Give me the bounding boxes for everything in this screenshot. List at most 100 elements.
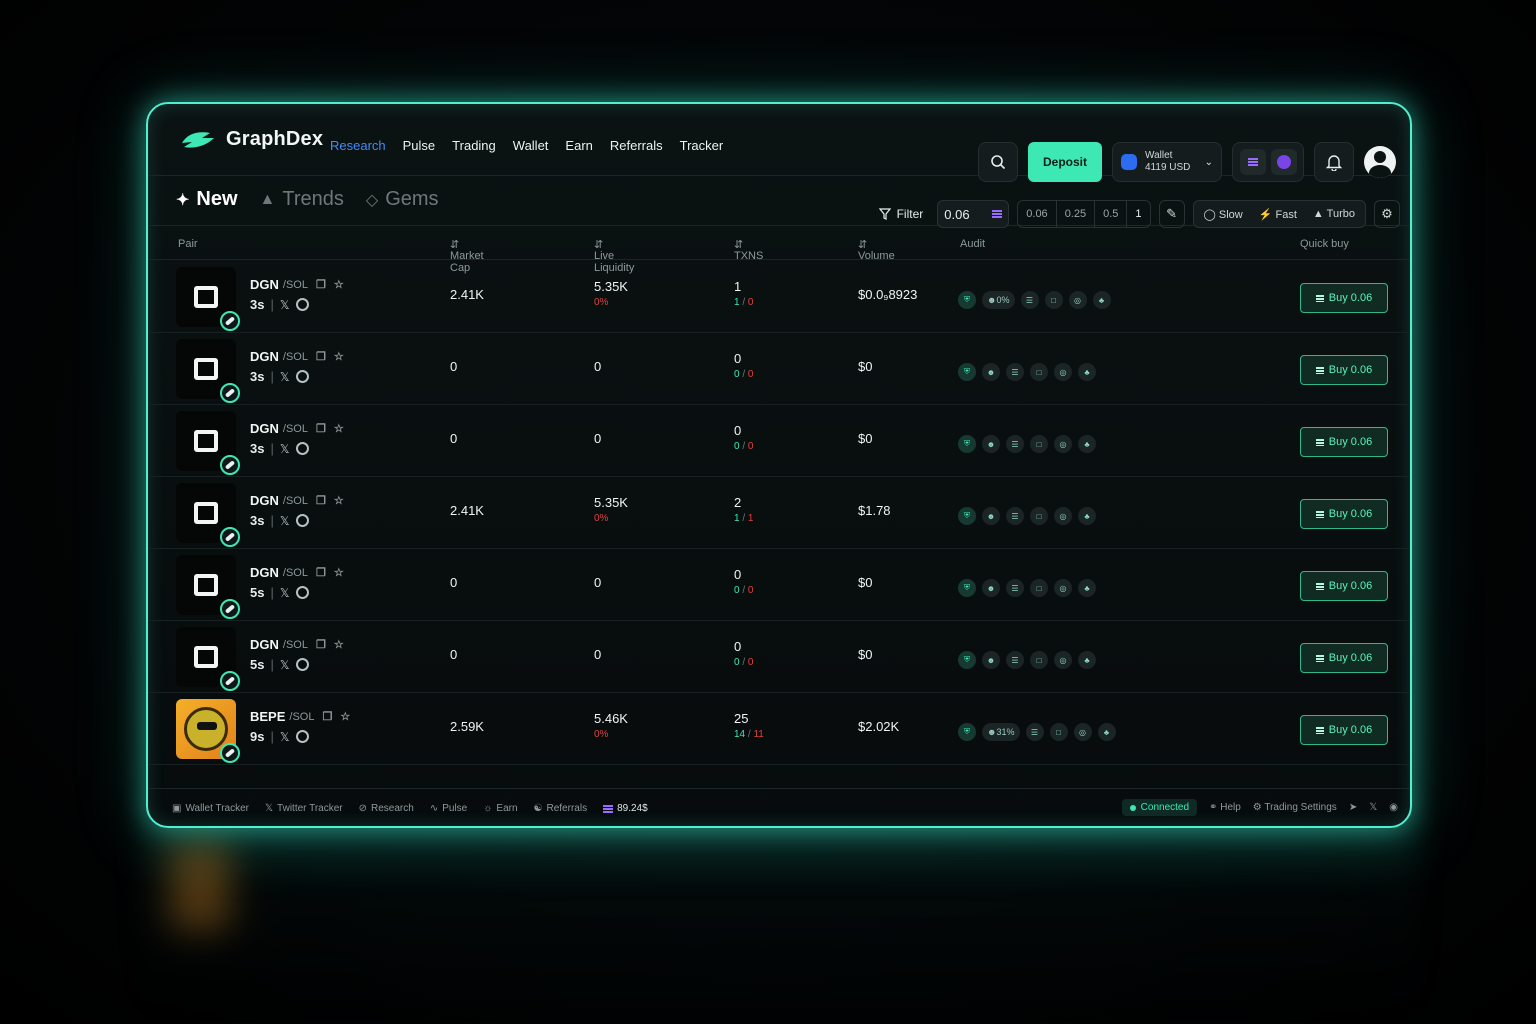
quick-buy-button[interactable]: Buy 0.06 — [1300, 355, 1388, 385]
target-icon[interactable]: ◎ — [1054, 579, 1072, 597]
copy-icon[interactable]: ❐ — [316, 350, 326, 363]
nav-referrals[interactable]: Referrals — [610, 138, 663, 153]
token-ticker[interactable]: DGN — [250, 277, 279, 292]
footer-link-referrals[interactable]: ☯ Referrals — [534, 803, 588, 814]
user-icon[interactable]: ☻ — [982, 507, 1000, 525]
nav-tracker[interactable]: Tracker — [680, 138, 724, 153]
star-icon[interactable]: ☆ — [334, 566, 344, 579]
lock-icon[interactable]: □ — [1030, 363, 1048, 381]
group-icon[interactable]: ♣ — [1078, 435, 1096, 453]
group-icon[interactable]: ♣ — [1078, 579, 1096, 597]
nav-pulse[interactable]: Pulse — [403, 138, 436, 153]
copy-icon[interactable]: ❐ — [322, 710, 332, 723]
edit-presets-button[interactable]: ✎ — [1158, 200, 1185, 228]
target-icon[interactable]: ◎ — [1054, 651, 1072, 669]
lock-icon[interactable]: □ — [1030, 651, 1048, 669]
nav-research[interactable]: Research — [330, 138, 386, 153]
group-icon[interactable]: ♣ — [1092, 291, 1111, 309]
quick-buy-button[interactable]: Buy 0.06 — [1300, 427, 1388, 457]
col-txns[interactable]: TXNS ⇵ — [734, 238, 763, 262]
quick-buy-button[interactable]: Buy 0.06 — [1300, 283, 1388, 313]
shield-icon[interactable]: ⛨ — [958, 507, 976, 525]
table-row[interactable]: DGN /SOL ❐ ☆ 3s | 𝕏 0 0 0 0 / 0 $0 ⛨ ☻ ☰… — [148, 405, 1410, 477]
purple-chain-icon[interactable] — [1270, 149, 1297, 175]
shield-icon[interactable]: ⛨ — [958, 723, 976, 741]
token-ticker[interactable]: DGN — [250, 565, 279, 580]
nav-earn[interactable]: Earn — [565, 138, 592, 153]
token-ticker[interactable]: BEPE — [250, 709, 285, 724]
col-market-cap[interactable]: Market Cap ⇵ — [450, 238, 484, 274]
quick-buy-button[interactable]: Buy 0.06 — [1300, 571, 1388, 601]
token-ticker[interactable]: DGN — [250, 637, 279, 652]
lock-icon[interactable]: □ — [1030, 435, 1048, 453]
star-icon[interactable]: ☆ — [334, 350, 344, 363]
help-link[interactable]: ⚭ Help — [1209, 802, 1241, 813]
shield-icon[interactable]: ⛨ — [958, 651, 976, 669]
nav-trading[interactable]: Trading — [452, 138, 496, 153]
star-icon[interactable]: ☆ — [334, 278, 344, 291]
group-icon[interactable]: ♣ — [1078, 507, 1096, 525]
quick-buy-button[interactable]: Buy 0.06 — [1300, 715, 1388, 745]
lock-icon[interactable]: □ — [1044, 291, 1063, 309]
shield-icon[interactable]: ⛨ — [958, 435, 976, 453]
target-icon[interactable]: ◎ — [1054, 363, 1072, 381]
lock-icon[interactable]: □ — [1049, 723, 1068, 741]
coins-icon[interactable]: ☰ — [1006, 435, 1024, 453]
group-icon[interactable]: ♣ — [1097, 723, 1116, 741]
footer-link-wallet-tracker[interactable]: ▣ Wallet Tracker — [172, 803, 249, 814]
tab-new[interactable]: ✦ New — [176, 188, 238, 211]
copy-icon[interactable]: ❐ — [316, 422, 326, 435]
target-icon[interactable]: ◎ — [1068, 291, 1087, 309]
speed-turbo[interactable]: ▲ Turbo — [1313, 208, 1355, 220]
preset-0.06[interactable]: 0.06 — [1018, 201, 1057, 227]
coins-icon[interactable]: ☰ — [1006, 651, 1024, 669]
star-icon[interactable]: ☆ — [334, 494, 344, 507]
target-icon[interactable]: ◎ — [1073, 723, 1092, 741]
copy-icon[interactable]: ❐ — [316, 638, 326, 651]
search-icon[interactable] — [295, 298, 309, 311]
lock-icon[interactable]: □ — [1030, 507, 1048, 525]
quick-buy-button[interactable]: Buy 0.06 — [1300, 643, 1388, 673]
x-icon[interactable]: 𝕏 — [280, 514, 290, 528]
shield-icon[interactable]: ⛨ — [958, 363, 976, 381]
col-liquidity[interactable]: Live Liquidity ⇵ — [594, 238, 634, 274]
solana-chain-icon[interactable] — [1239, 149, 1266, 175]
holders-badge[interactable]: ☻ 0% — [982, 291, 1015, 309]
token-ticker[interactable]: DGN — [250, 493, 279, 508]
col-volume[interactable]: Volume ⇵ — [858, 238, 895, 262]
preset-0.25[interactable]: 0.25 — [1057, 201, 1096, 227]
buy-amount-input[interactable]: 0.06 — [937, 200, 1010, 228]
coins-icon[interactable]: ☰ — [1006, 507, 1024, 525]
search-icon[interactable] — [295, 586, 309, 599]
search-icon[interactable] — [295, 442, 309, 455]
search-icon[interactable] — [295, 658, 309, 671]
table-row[interactable]: DGN /SOL ❐ ☆ 3s | 𝕏 2.41K 5.35K 0% 2 1 /… — [148, 477, 1410, 549]
token-ticker[interactable]: DGN — [250, 349, 279, 364]
search-icon[interactable] — [295, 514, 309, 527]
footer-link-earn[interactable]: ☼ Earn — [483, 803, 517, 814]
table-row[interactable]: BEPE /SOL ❐ ☆ 9s | 𝕏 2.59K 5.46K 0% 25 1… — [148, 693, 1410, 765]
settings-button[interactable]: ⚙ — [1374, 200, 1400, 228]
footer-link-pulse[interactable]: ∿ Pulse — [430, 803, 467, 814]
trading-settings-link[interactable]: ⚙ Trading Settings — [1253, 802, 1337, 813]
nav-wallet[interactable]: Wallet — [513, 138, 549, 153]
speed-slow[interactable]: ◯ Slow — [1204, 208, 1243, 221]
user-icon[interactable]: ☻ — [982, 651, 1000, 669]
star-icon[interactable]: ☆ — [340, 710, 350, 723]
user-icon[interactable]: ☻ — [982, 435, 1000, 453]
x-icon[interactable]: 𝕏 — [280, 370, 290, 384]
speed-fast[interactable]: ⚡ Fast — [1259, 208, 1297, 221]
x-icon[interactable]: 𝕏 — [280, 298, 290, 312]
filter-button[interactable]: Filter — [873, 207, 930, 221]
coins-icon[interactable]: ☰ — [1020, 291, 1039, 309]
coins-icon[interactable]: ☰ — [1006, 363, 1024, 381]
shield-icon[interactable]: ⛨ — [958, 579, 976, 597]
copy-icon[interactable]: ❐ — [316, 494, 326, 507]
table-row[interactable]: DGN /SOL ❐ ☆ 3s | 𝕏 2.41K 5.35K 0% 1 1 /… — [148, 261, 1410, 333]
x-icon[interactable]: 𝕏 — [1369, 802, 1377, 813]
table-row[interactable]: DGN /SOL ❐ ☆ 5s | 𝕏 0 0 0 0 / 0 $0 ⛨ ☻ ☰… — [148, 621, 1410, 693]
coins-icon[interactable]: ☰ — [1006, 579, 1024, 597]
footer-link-research[interactable]: ⊘ Research — [359, 803, 414, 814]
table-row[interactable]: DGN /SOL ❐ ☆ 5s | 𝕏 0 0 0 0 / 0 $0 ⛨ ☻ ☰… — [148, 549, 1410, 621]
target-icon[interactable]: ◎ — [1054, 507, 1072, 525]
